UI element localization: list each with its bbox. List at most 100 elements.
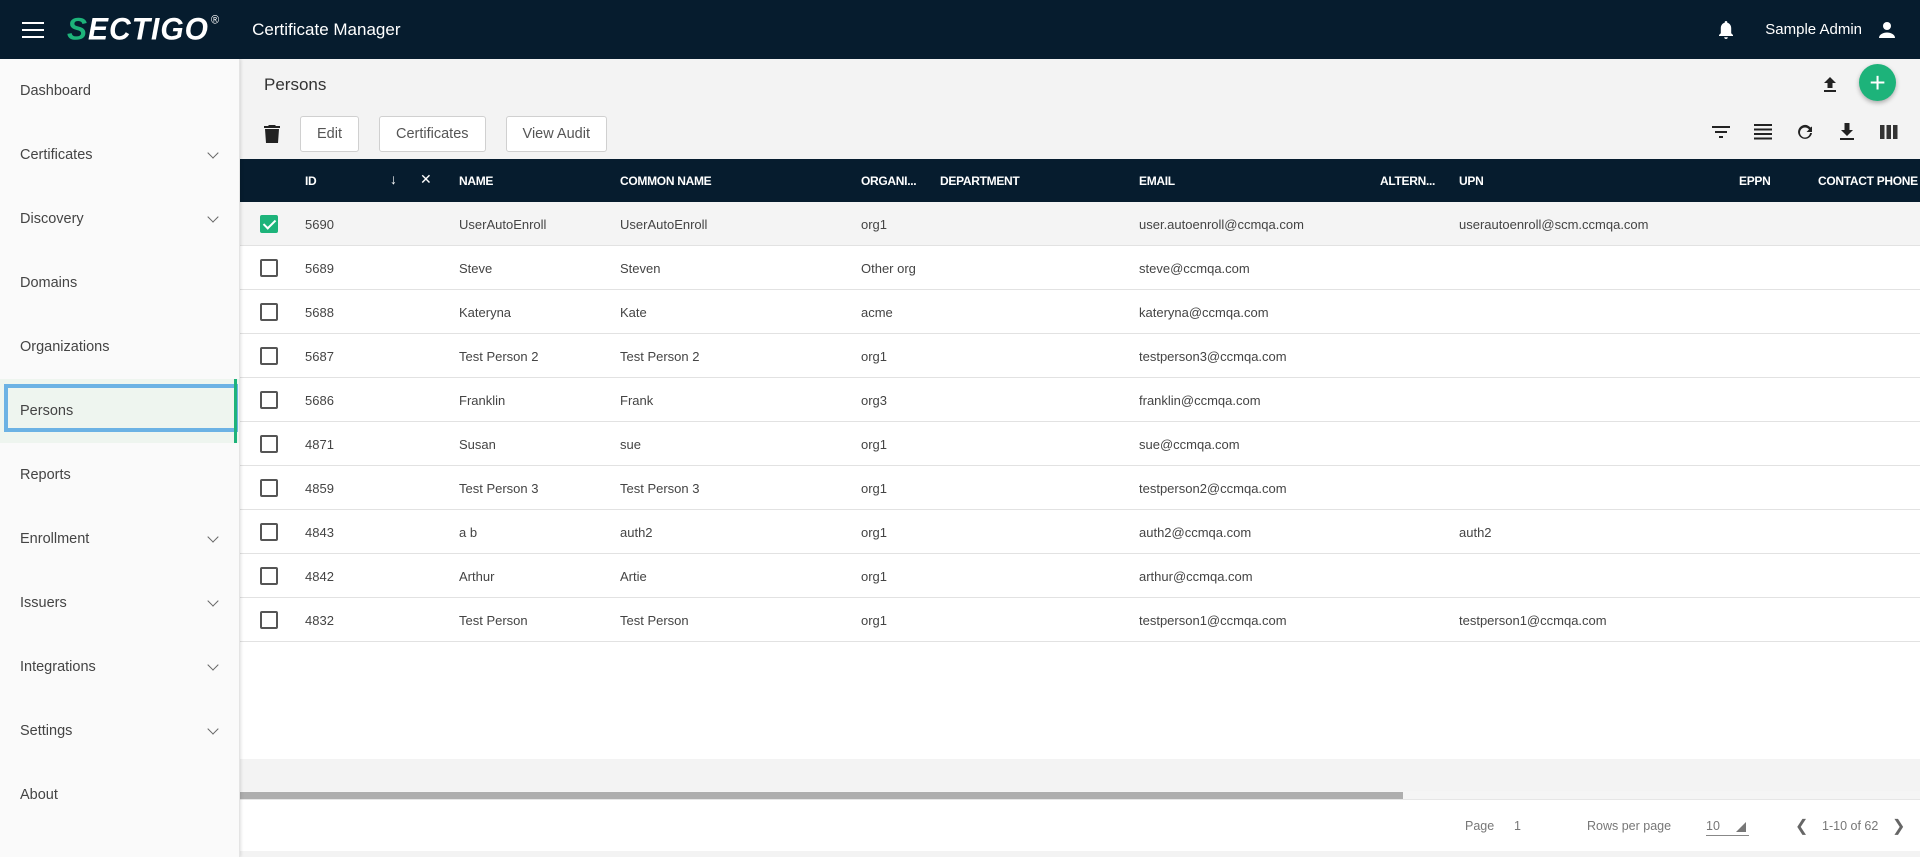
cell-id: 5686: [305, 392, 334, 408]
refresh-icon[interactable]: [1794, 121, 1816, 143]
table-row[interactable]: 5689 Steve Steven Other org steve@ccmqa.com: [240, 246, 1920, 290]
column-header-eppn[interactable]: EPPN: [1739, 159, 1771, 202]
user-name[interactable]: Sample Admin: [1765, 21, 1862, 38]
sidebar-item-organizations[interactable]: Organizations: [0, 315, 239, 379]
column-header-alternative[interactable]: ALTERN...: [1380, 159, 1435, 202]
sidebar-item-label: Enrollment: [20, 531, 90, 547]
user-account-icon[interactable]: [1878, 21, 1896, 39]
clear-sort-icon[interactable]: ✕: [420, 171, 432, 188]
density-icon[interactable]: [1752, 121, 1774, 143]
view-audit-button[interactable]: View Audit: [505, 116, 607, 152]
cell-name: Kateryna: [459, 304, 512, 320]
sidebar-item-settings[interactable]: Settings: [0, 699, 239, 763]
sidebar-item-dashboard[interactable]: Dashboard: [0, 59, 239, 123]
row-checkbox[interactable]: [260, 259, 278, 277]
filter-icon[interactable]: [1710, 121, 1732, 143]
cell-organization: acme: [861, 304, 893, 320]
sidebar-item-discovery[interactable]: Discovery: [0, 187, 239, 251]
cell-common-name: Test Person 3: [620, 480, 700, 496]
sort-desc-icon[interactable]: ↓: [390, 171, 397, 187]
table-row[interactable]: 5690 UserAutoEnroll UserAutoEnroll org1 user…: [240, 202, 1920, 246]
sidebar-item-certificates[interactable]: Certificates: [0, 123, 239, 187]
cell-upn: auth2: [1459, 524, 1492, 540]
add-person-button[interactable]: +: [1859, 64, 1896, 101]
cell-id: 4832: [305, 612, 334, 628]
columns-icon[interactable]: [1878, 121, 1900, 143]
row-checkbox[interactable]: [260, 567, 278, 585]
column-header-department[interactable]: DEPARTMENT: [940, 159, 1020, 202]
previous-page-icon[interactable]: ❮: [1795, 800, 1808, 852]
cell-common-name: Frank: [620, 392, 654, 408]
row-checkbox[interactable]: [260, 479, 278, 497]
cell-upn: userautoenroll@scm.ccmqa.com: [1459, 216, 1649, 232]
sidebar-item-issuers[interactable]: Issuers: [0, 571, 239, 635]
rows-per-page-select[interactable]: 10: [1706, 816, 1749, 836]
table-row[interactable]: 4832 Test Person Test Person org1 testperson…: [240, 598, 1920, 642]
table-row[interactable]: 4843 a b auth2 org1 auth2@ccmqa.com auth2: [240, 510, 1920, 554]
row-checkbox[interactable]: [260, 215, 278, 233]
sidebar-item-domains[interactable]: Domains: [0, 251, 239, 315]
download-icon[interactable]: [1836, 121, 1858, 143]
cell-name: Test Person 2: [459, 348, 539, 364]
cell-email: arthur@ccmqa.com: [1139, 568, 1253, 584]
table-row[interactable]: 4871 Susan sue org1 sue@ccmqa.com: [240, 422, 1920, 466]
column-header-organization[interactable]: ORGANI...: [861, 159, 917, 202]
cell-name: UserAutoEnroll: [459, 216, 547, 232]
column-header-email[interactable]: EMAIL: [1139, 159, 1175, 202]
cell-organization: Other org: [861, 260, 916, 276]
action-toolbar: Edit Certificates View Audit: [264, 116, 627, 152]
menu-icon[interactable]: [22, 21, 44, 38]
logo-text: ECTIGO: [88, 11, 210, 47]
row-checkbox[interactable]: [260, 611, 278, 629]
column-header-name[interactable]: NAME: [459, 159, 493, 202]
cell-name: a b: [459, 524, 478, 540]
cell-email: sue@ccmqa.com: [1139, 436, 1240, 452]
row-checkbox[interactable]: [260, 303, 278, 321]
column-header-common-name[interactable]: COMMON NAME: [620, 159, 712, 202]
cell-name: Susan: [459, 436, 496, 452]
table-row[interactable]: 5687 Test Person 2 Test Person 2 org1 testpe…: [240, 334, 1920, 378]
cell-email: testperson1@ccmqa.com: [1139, 612, 1287, 628]
persons-table: ID ↓ ✕ NAME COMMON NAME ORGANI... DEPART…: [240, 159, 1920, 759]
cell-organization: org1: [861, 524, 888, 540]
cell-email: steve@ccmqa.com: [1139, 260, 1250, 276]
column-header-contact-phone[interactable]: CONTACT PHONE: [1818, 159, 1918, 202]
horizontal-scrollbar[interactable]: [240, 791, 1920, 799]
sidebar-item-about[interactable]: About: [0, 763, 239, 827]
app-title: Certificate Manager: [252, 19, 401, 39]
table-row[interactable]: 4859 Test Person 3 Test Person 3 org1 testpe…: [240, 466, 1920, 510]
cell-common-name: Steven: [620, 260, 661, 276]
row-checkbox[interactable]: [260, 523, 278, 541]
sidebar-item-reports[interactable]: Reports: [0, 443, 239, 507]
cell-name: Test Person 3: [459, 480, 539, 496]
page-number[interactable]: 1: [1514, 800, 1521, 852]
edit-button[interactable]: Edit: [300, 116, 359, 152]
column-header-upn[interactable]: UPN: [1459, 159, 1484, 202]
cell-organization: org1: [861, 568, 888, 584]
delete-icon[interactable]: [264, 125, 280, 143]
next-page-icon[interactable]: ❯: [1892, 800, 1905, 852]
sectigo-logo: S ECTIGO ®: [67, 12, 220, 48]
table-row[interactable]: 5688 Kateryna Kate acme kateryna@ccmqa.com: [240, 290, 1920, 334]
column-header-id[interactable]: ID: [305, 159, 317, 202]
notifications-bell-icon[interactable]: [1717, 20, 1735, 40]
cell-email: franklin@ccmqa.com: [1139, 392, 1261, 408]
sidebar-item-integrations[interactable]: Integrations: [0, 635, 239, 699]
cell-name: Arthur: [459, 568, 495, 584]
table-row[interactable]: 4842 Arthur Artie org1 arthur@ccmqa.com: [240, 554, 1920, 598]
rows-per-page-label: Rows per page: [1587, 819, 1672, 833]
row-checkbox[interactable]: [260, 391, 278, 409]
sidebar-item-enrollment[interactable]: Enrollment: [0, 507, 239, 571]
upload-icon[interactable]: [1820, 74, 1840, 94]
row-checkbox[interactable]: [260, 435, 278, 453]
scrollbar-thumb[interactable]: [240, 792, 1403, 799]
cell-upn: testperson1@ccmqa.com: [1459, 612, 1607, 628]
cell-id: 4871: [305, 436, 334, 452]
certificates-button[interactable]: Certificates: [379, 116, 486, 152]
table-row[interactable]: 5686 Franklin Frank org3 franklin@ccmqa.com: [240, 378, 1920, 422]
page-range: 1-10 of 62: [1822, 819, 1879, 833]
cell-common-name: Test Person: [620, 612, 689, 628]
row-checkbox[interactable]: [260, 347, 278, 365]
page-label: Page: [1465, 819, 1495, 833]
sidebar-item-persons[interactable]: Persons: [0, 379, 239, 443]
